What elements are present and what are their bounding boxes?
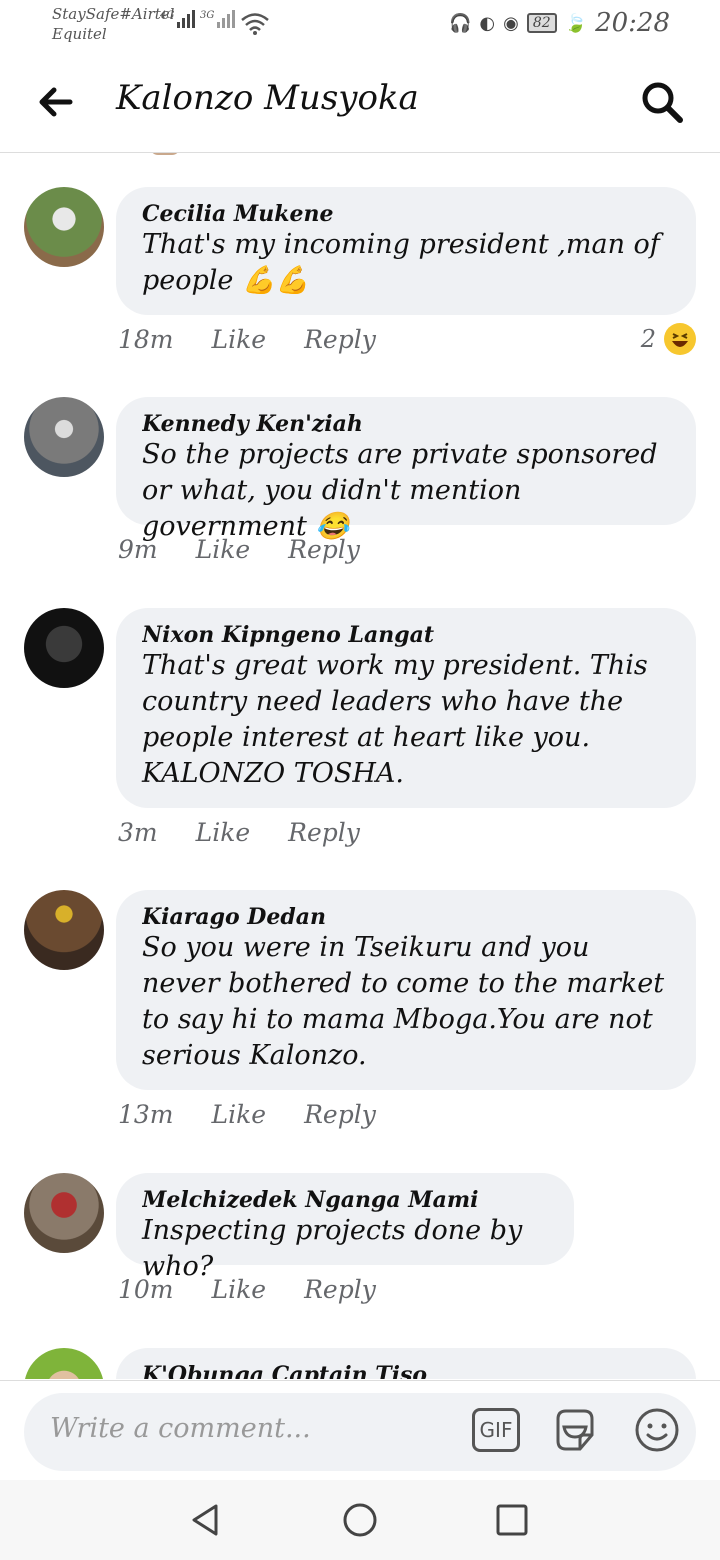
like-button[interactable]: Like: [196, 818, 251, 847]
avatar[interactable]: [24, 890, 104, 970]
reply-button[interactable]: Reply: [304, 1275, 376, 1304]
like-button[interactable]: Like: [212, 1100, 267, 1129]
avatar[interactable]: [24, 1173, 104, 1253]
comment-author[interactable]: Cecilia Mukene: [142, 201, 670, 227]
clock: 20:28: [595, 8, 670, 38]
avatar: [150, 153, 180, 155]
comment-time: 18m: [118, 325, 174, 354]
comment-author[interactable]: Melchizedek Nganga Mami: [142, 1187, 548, 1213]
comment-actions: 18m Like Reply: [118, 325, 376, 354]
comment-bubble[interactable]: Cecilia Mukene That's my incoming presid…: [116, 187, 696, 315]
comment-author[interactable]: Kennedy Ken'ziah: [142, 411, 670, 437]
avatar[interactable]: [24, 397, 104, 477]
comment-bubble[interactable]: Kiarago Dedan So you were in Tseikuru an…: [116, 890, 696, 1090]
reply-button[interactable]: Reply: [288, 535, 360, 564]
data-saver-icon: ◐: [479, 12, 496, 34]
arrow-left-icon[interactable]: [36, 82, 76, 122]
sticker-icon[interactable]: [550, 1405, 600, 1455]
comment-actions: 13m Like Reply: [118, 1100, 376, 1129]
headphones-icon: 🎧: [448, 12, 472, 34]
comment-input[interactable]: Write a comment...: [50, 1413, 311, 1444]
reaction-count: 2: [640, 325, 656, 353]
eye-icon: ◉: [503, 12, 519, 34]
comment-time: 3m: [118, 818, 158, 847]
reply-button[interactable]: Reply: [304, 325, 376, 354]
reply-button[interactable]: Reply: [304, 1100, 376, 1129]
avatar[interactable]: [24, 187, 104, 267]
comment-bubble[interactable]: Melchizedek Nganga Mami Inspecting proje…: [116, 1173, 574, 1282]
comment-text: So the projects are private sponsored or…: [142, 439, 658, 542]
comment-composer: Write a comment... GIF: [0, 1380, 720, 1481]
like-button[interactable]: Like: [212, 1275, 267, 1304]
system-navigation-bar: [0, 1480, 720, 1560]
comment-text: That's great work my president. This cou…: [142, 650, 648, 789]
square-recents-icon[interactable]: [492, 1500, 532, 1540]
triangle-back-icon[interactable]: [186, 1500, 226, 1540]
signal-3g-icon: 3G: [200, 10, 236, 28]
status-bar: StaySafe#Airtel Equitel 4G 3G 🎧 ◐ ◉ 82 🍃…: [0, 0, 720, 52]
carrier-label: StaySafe#Airtel Equitel: [52, 5, 175, 43]
header: Kalonzo Musyoka: [0, 52, 720, 153]
avatar[interactable]: [24, 608, 104, 688]
smiley-icon[interactable]: [632, 1405, 682, 1455]
like-button[interactable]: Like: [196, 535, 251, 564]
reply-button[interactable]: Reply: [288, 818, 360, 847]
comment-time: 13m: [118, 1100, 174, 1129]
comment-actions: 9m Like Reply: [118, 535, 360, 564]
wifi-icon: [241, 13, 269, 35]
signal-4g-icon: 4G: [160, 10, 196, 28]
comments-list: Cecilia Mukene That's my incoming presid…: [0, 153, 720, 1379]
comment-author[interactable]: Nixon Kipngeno Langat: [142, 622, 670, 648]
comment-bubble[interactable]: K'Obunga Captain Tiso: [116, 1348, 696, 1379]
comment-bubble[interactable]: Kennedy Ken'ziah So the projects are pri…: [116, 397, 696, 542]
gif-button[interactable]: GIF: [472, 1408, 520, 1452]
avatar[interactable]: [24, 1348, 104, 1379]
page-title: Kalonzo Musyoka: [116, 78, 419, 118]
comment-author[interactable]: Kiarago Dedan: [142, 904, 670, 930]
comment-bubble[interactable]: Nixon Kipngeno Langat That's great work …: [116, 608, 696, 808]
reaction-summary[interactable]: 2: [641, 323, 696, 355]
search-icon[interactable]: [640, 80, 684, 124]
comment-author[interactable]: K'Obunga Captain Tiso: [142, 1362, 670, 1379]
comment-actions: 3m Like Reply: [118, 818, 360, 847]
laughing-emoji-icon: [664, 323, 696, 355]
comment-input-box[interactable]: Write a comment... GIF: [24, 1393, 696, 1471]
comment-actions: 10m Like Reply: [118, 1275, 376, 1304]
comment-time: 10m: [118, 1275, 174, 1304]
battery-icon: 82: [526, 13, 557, 33]
comment-text: That's my incoming president ,man of peo…: [142, 229, 660, 296]
comment-text: So you were in Tseikuru and you never bo…: [142, 932, 665, 1071]
status-icons: 🎧 ◐ ◉ 82 🍃 20:28: [449, 8, 670, 38]
comment-time: 9m: [118, 535, 158, 564]
leaf-icon: 🍃: [564, 12, 588, 34]
like-button[interactable]: Like: [212, 325, 267, 354]
circle-home-icon[interactable]: [340, 1500, 380, 1540]
